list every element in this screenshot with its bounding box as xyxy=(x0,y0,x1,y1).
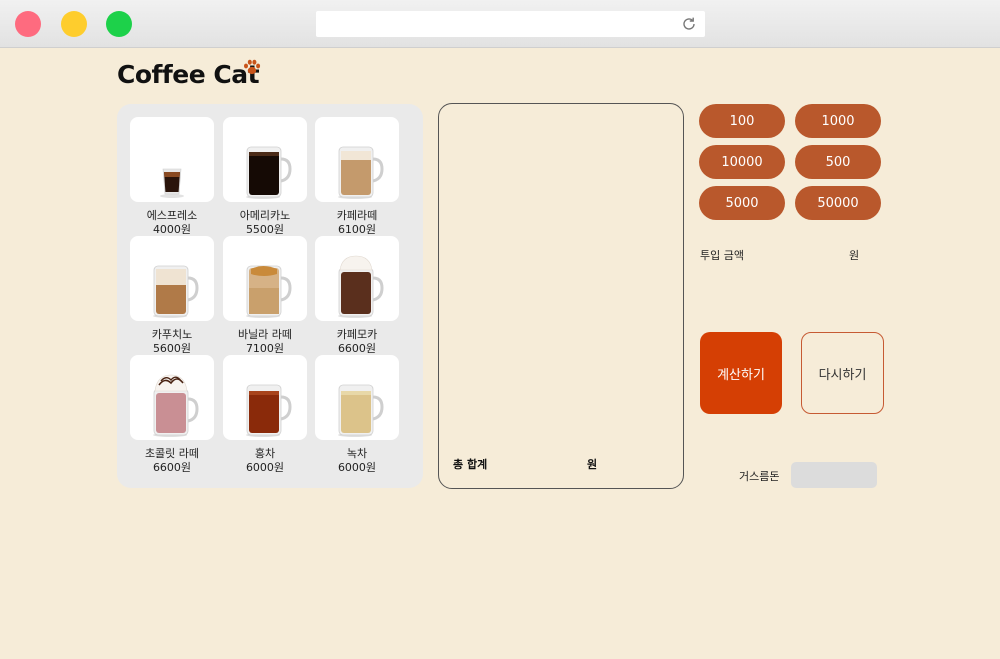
black-tea-image xyxy=(223,355,307,440)
order-list: 총 합계 원 xyxy=(438,103,684,489)
menu-item-name: 홍차 xyxy=(254,447,276,460)
browser-toolbar xyxy=(0,0,1000,48)
money-button-1000[interactable]: 1000 xyxy=(795,104,881,138)
menu-item-name: 카푸치노 xyxy=(151,328,193,341)
calculate-button[interactable]: 계산하기 xyxy=(700,332,782,414)
menu-item-espresso[interactable]: 에스프레소 4000원 xyxy=(130,117,214,237)
menu-panel: 에스프레소 4000원 아메리카노 5500원 카페라떼 6100원 카푸치노 … xyxy=(117,104,423,488)
money-button-5000[interactable]: 5000 xyxy=(699,186,785,220)
menu-item-name: 녹차 xyxy=(346,447,368,460)
menu-item-name: 에스프레소 xyxy=(146,209,198,222)
menu-item-vanilla-latte[interactable]: 바닐라 라떼 7100원 xyxy=(223,236,307,356)
total-label: 총 합계 xyxy=(453,458,488,471)
chocolate-latte-image xyxy=(130,355,214,440)
money-button-10000[interactable]: 10000 xyxy=(699,145,785,179)
menu-item-name: 바닐라 라떼 xyxy=(237,328,293,341)
total-unit: 원 xyxy=(587,458,598,471)
change-label: 거스름돈 xyxy=(739,470,780,483)
americano-image xyxy=(223,117,307,202)
menu-item-price: 5500원 xyxy=(245,223,285,236)
money-button-50000[interactable]: 50000 xyxy=(795,186,881,220)
menu-item-price: 6000원 xyxy=(337,461,377,474)
maximize-window-button[interactable] xyxy=(106,11,132,37)
menu-item-price: 4000원 xyxy=(152,223,192,236)
latte-image xyxy=(315,117,399,202)
menu-item-price: 7100원 xyxy=(245,342,285,355)
menu-item-latte[interactable]: 카페라떼 6100원 xyxy=(315,117,399,237)
money-button-500[interactable]: 500 xyxy=(795,145,881,179)
menu-item-americano[interactable]: 아메리카노 5500원 xyxy=(223,117,307,237)
menu-item-name: 초콜릿 라떼 xyxy=(144,447,200,460)
menu-item-mocha[interactable]: 카페모카 6600원 xyxy=(315,236,399,356)
reset-button[interactable]: 다시하기 xyxy=(801,332,884,414)
close-window-button[interactable] xyxy=(15,11,41,37)
green-tea-image xyxy=(315,355,399,440)
menu-item-name: 아메리카노 xyxy=(239,209,291,222)
menu-item-chocolate-latte[interactable]: 초콜릿 라떼 6600원 xyxy=(130,355,214,475)
vanilla-latte-image xyxy=(223,236,307,321)
cappuccino-image xyxy=(130,236,214,321)
inserted-amount-unit: 원 xyxy=(849,249,860,262)
paw-icon xyxy=(244,59,261,75)
espresso-image xyxy=(130,117,214,202)
page-title: Coffee Cat xyxy=(117,60,260,89)
menu-item-price: 6100원 xyxy=(337,223,377,236)
mocha-image xyxy=(315,236,399,321)
minimize-window-button[interactable] xyxy=(61,11,87,37)
change-display xyxy=(791,462,877,488)
reload-icon[interactable] xyxy=(681,16,697,32)
menu-item-cappuccino[interactable]: 카푸치노 5600원 xyxy=(130,236,214,356)
menu-item-price: 5600원 xyxy=(152,342,192,355)
menu-item-name: 카페라떼 xyxy=(336,209,378,222)
address-bar[interactable] xyxy=(316,11,705,37)
menu-item-name: 카페모카 xyxy=(336,328,378,341)
menu-item-black-tea[interactable]: 홍차 6000원 xyxy=(223,355,307,475)
menu-item-price: 6600원 xyxy=(337,342,377,355)
menu-item-price: 6600원 xyxy=(152,461,192,474)
money-button-100[interactable]: 100 xyxy=(699,104,785,138)
menu-item-green-tea[interactable]: 녹차 6000원 xyxy=(315,355,399,475)
inserted-amount-label: 투입 금액 xyxy=(700,249,744,262)
menu-item-price: 6000원 xyxy=(245,461,285,474)
